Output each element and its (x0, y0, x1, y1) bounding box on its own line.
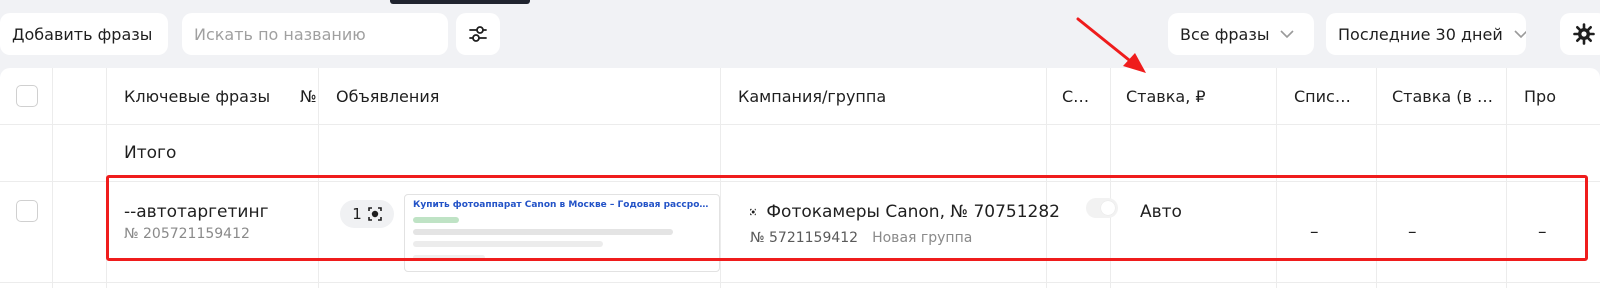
annotation-arrow (1076, 17, 1146, 73)
